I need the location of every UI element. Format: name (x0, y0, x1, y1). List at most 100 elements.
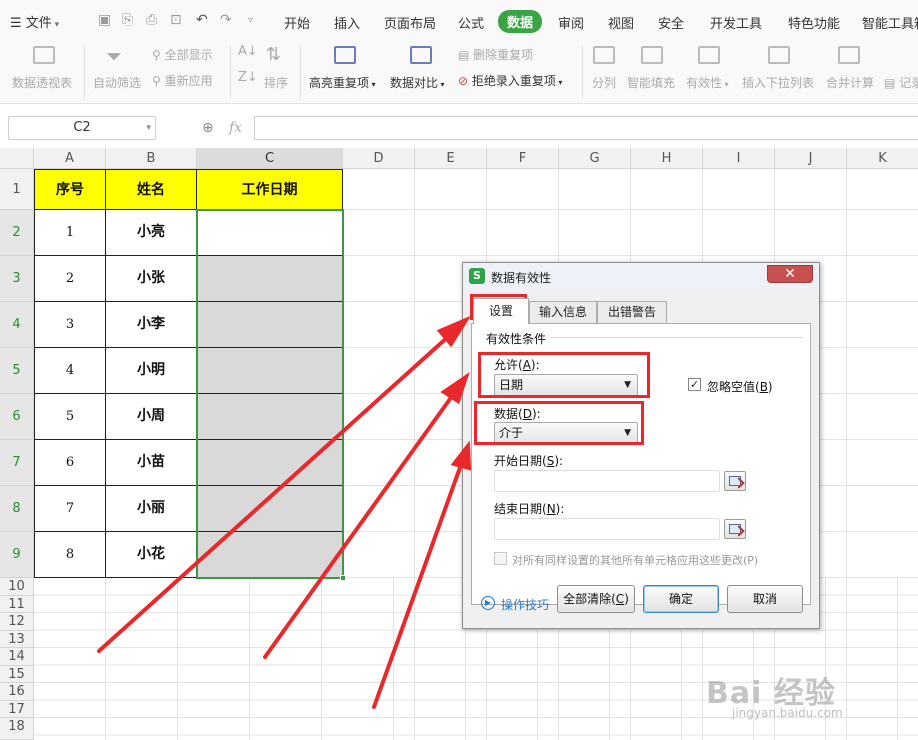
selected-cell[interactable] (197, 256, 343, 302)
tab-view[interactable]: 视图 (608, 13, 634, 32)
consolidate-button[interactable]: 合并计算 (826, 74, 874, 91)
column-header[interactable]: A (34, 148, 106, 169)
row-header[interactable]: 10 (0, 578, 34, 596)
tab-features[interactable]: 特色功能 (788, 13, 840, 32)
print-icon[interactable]: ⎙ (146, 12, 157, 28)
clear-all-button[interactable]: 全部清除(C) (557, 585, 635, 613)
name-box[interactable]: C2 ▾ (8, 116, 156, 140)
row-header-selected[interactable]: 7 (0, 440, 34, 486)
row-header-selected[interactable]: 3 (0, 256, 34, 302)
tab-settings[interactable]: 设置 (473, 298, 529, 324)
column-header[interactable]: I (703, 148, 775, 169)
save-icon[interactable]: ▣ (98, 12, 111, 28)
row-header-selected[interactable]: 8 (0, 486, 34, 532)
undo-icon[interactable]: ↶ (196, 12, 208, 28)
selected-cell[interactable] (197, 394, 343, 440)
tab-page-layout[interactable]: 页面布局 (384, 13, 436, 32)
row-header-selected[interactable]: 2 (0, 210, 34, 256)
redo-icon[interactable]: ↷ (220, 12, 232, 28)
sort-button[interactable]: 排序 (264, 74, 288, 91)
column-header[interactable]: B (106, 148, 197, 169)
row-header[interactable]: 16 (0, 683, 34, 701)
column-header[interactable]: F (487, 148, 559, 169)
column-header[interactable]: H (631, 148, 703, 169)
row-header-selected[interactable]: 4 (0, 302, 34, 348)
start-date-input[interactable] (494, 470, 720, 492)
row-header[interactable]: 1 (0, 169, 34, 210)
table-cell[interactable]: 2 (34, 256, 106, 302)
record-button[interactable]: ▤ 记录 (884, 74, 918, 91)
allow-select[interactable]: 日期 ▼ (494, 374, 638, 396)
cancel-button[interactable]: 取消 (727, 585, 803, 613)
row-header-selected[interactable]: 5 (0, 348, 34, 394)
selected-cell[interactable] (197, 302, 343, 348)
table-cell[interactable]: 小亮 (106, 210, 197, 256)
selected-cell[interactable] (197, 532, 343, 578)
tab-data[interactable]: 数据 (498, 10, 543, 33)
row-header[interactable]: 17 (0, 700, 34, 718)
row-header[interactable]: 13 (0, 630, 34, 648)
compare-button[interactable]: 数据对比 ▾ (390, 74, 445, 91)
column-header[interactable]: J (775, 148, 847, 169)
table-cell[interactable]: 小李 (106, 302, 197, 348)
customize-icon[interactable]: ▿ (248, 15, 253, 26)
print-preview-icon[interactable]: ⊡ (170, 12, 182, 28)
row-header[interactable]: 14 (0, 648, 34, 666)
reapply-button[interactable]: ⚲ 重新应用 (152, 72, 213, 89)
tab-error-alert[interactable]: 出错警告 (597, 301, 667, 323)
pivot-table-button[interactable]: 数据透视表 (12, 74, 72, 91)
active-cell[interactable] (197, 210, 343, 256)
tab-smart-toolbox[interactable]: 智能工具箱 (862, 13, 918, 32)
table-cell[interactable]: 5 (34, 394, 106, 440)
table-cell[interactable]: 4 (34, 348, 106, 394)
row-header[interactable]: 15 (0, 665, 34, 683)
column-header-selected[interactable]: C (197, 148, 343, 169)
table-cell[interactable]: 小花 (106, 532, 197, 578)
reject-duplicates-button[interactable]: ⊘ 拒绝录入重复项 ▾ (458, 72, 562, 89)
fx-icon[interactable]: fx (229, 120, 242, 136)
row-header[interactable]: 11 (0, 595, 34, 613)
tab-review[interactable]: 审阅 (558, 13, 584, 32)
tab-security[interactable]: 安全 (658, 13, 684, 32)
table-cell[interactable]: 小丽 (106, 486, 197, 532)
close-button[interactable]: ✕ (767, 265, 813, 283)
column-header[interactable]: E (415, 148, 487, 169)
select-all-corner[interactable] (0, 148, 34, 169)
sort-desc-icon[interactable]: Z↓ (238, 70, 258, 85)
header-cell-work-date[interactable]: 工作日期 (197, 169, 343, 210)
zoom-icon[interactable]: ⊕ (202, 120, 214, 136)
insert-dropdown-button[interactable]: 插入下拉列表 (742, 74, 814, 91)
column-header[interactable]: K (847, 148, 918, 169)
tab-input-message[interactable]: 输入信息 (529, 301, 597, 323)
remove-duplicates-button[interactable]: ▤ 删除重复项 (458, 46, 533, 63)
data-select[interactable]: 介于 ▼ (494, 422, 638, 444)
file-menu[interactable]: ☰ 文件 ▾ (10, 12, 59, 31)
row-header[interactable]: 18 (0, 718, 34, 740)
table-cell[interactable]: 3 (34, 302, 106, 348)
export-icon[interactable]: ⎘ (122, 12, 133, 28)
table-cell[interactable]: 7 (34, 486, 106, 532)
end-date-picker-button[interactable] (724, 519, 746, 539)
tab-developer[interactable]: 开发工具 (710, 13, 762, 32)
tips-link[interactable]: 操作技巧 (501, 596, 549, 613)
sort-asc-icon[interactable]: A↓ (238, 44, 258, 59)
tab-insert[interactable]: 插入 (334, 13, 360, 32)
selected-cell[interactable] (197, 486, 343, 532)
ignore-blank-checkbox[interactable]: ✓ (688, 378, 701, 391)
split-button[interactable]: 分列 (592, 74, 616, 91)
table-cell[interactable]: 小明 (106, 348, 197, 394)
header-cell-name[interactable]: 姓名 (106, 169, 197, 210)
column-header[interactable]: G (559, 148, 631, 169)
autofilter-button[interactable]: 自动筛选 (93, 74, 141, 91)
table-cell[interactable]: 8 (34, 532, 106, 578)
table-cell[interactable]: 小张 (106, 256, 197, 302)
apply-all-checkbox[interactable] (494, 552, 507, 565)
table-cell[interactable]: 小苗 (106, 440, 197, 486)
column-header[interactable]: D (343, 148, 415, 169)
row-header-selected[interactable]: 6 (0, 394, 34, 440)
row-header-selected[interactable]: 9 (0, 532, 34, 578)
ok-button[interactable]: 确定 (643, 585, 719, 613)
selected-cell[interactable] (197, 348, 343, 394)
show-all-button[interactable]: ⚲ 全部显示 (152, 46, 213, 63)
formula-input[interactable] (254, 116, 918, 140)
